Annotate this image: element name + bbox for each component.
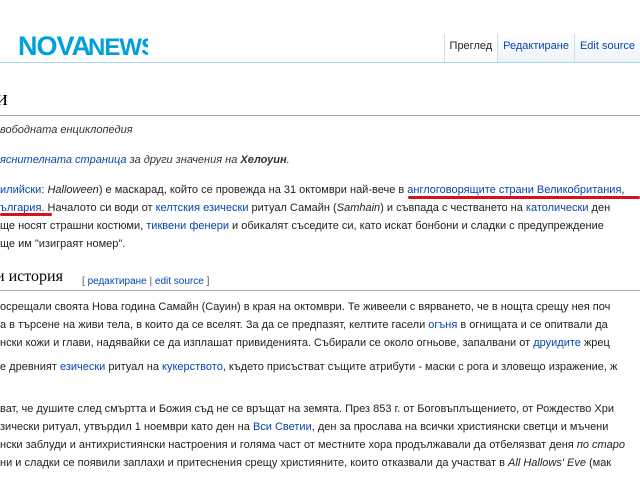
halloween-term: Halloween: [47, 184, 99, 196]
text: . Началото си води от: [41, 202, 156, 214]
samhain-term: Samhain: [336, 202, 381, 214]
intro-line-3: ще носят страшни костюми, тиквени фенери…: [0, 217, 604, 235]
text: (мак: [585, 457, 612, 469]
english-speaking-link[interactable]: англоговорящите страни: [407, 184, 534, 196]
tab-view[interactable]: Преглед: [443, 34, 498, 62]
hatnote-term: Хелоуин: [240, 154, 287, 166]
section-heading: и история: [0, 268, 63, 285]
nova-news-logo[interactable]: NOVA NEWS: [18, 28, 148, 62]
history-line-8: ни и сладки се появили заплахи и притесн…: [0, 454, 611, 472]
site-tagline: вободната енциклопедия: [0, 124, 133, 136]
history-line-1: осрещали своята Нова година Самайн (Сауи…: [0, 298, 610, 316]
section-edit-links: [ редактиране | edit source ]: [82, 276, 209, 287]
text: , където присъстват същите атрибути - ма…: [222, 361, 618, 373]
hatnote-text: за други значения на: [126, 154, 241, 166]
section-edit-link[interactable]: редактиране: [88, 276, 147, 287]
section-divider: [0, 290, 640, 291]
text: ]: [203, 276, 210, 287]
history-line-3: нски кожи и глави, надявайки се да изпла…: [0, 334, 610, 352]
text: ритуал на: [105, 361, 163, 373]
highlight-underline: [0, 213, 52, 216]
text: е древният: [0, 361, 60, 373]
great-britain-link[interactable]: Великобритания: [537, 184, 621, 196]
tab-edit-source[interactable]: Edit source: [573, 34, 640, 62]
text: ,: [621, 184, 625, 196]
history-line-2: а в търсене на живи тела, в които да се …: [0, 316, 608, 334]
history-line-7: нски заблуди и антихристиянски настроени…: [0, 436, 625, 454]
page-tabs: Преглед Редактиране Edit source: [443, 34, 640, 62]
text: ще им "изиграят номер".: [0, 238, 126, 250]
catholic-link[interactable]: католически: [526, 202, 589, 214]
history-line-6: зически ритуал, утвърдил 1 ноември като …: [0, 418, 608, 436]
text: нски кожи и глави, надявайки се да изпла…: [0, 337, 534, 349]
svg-text:NEWS: NEWS: [88, 34, 148, 61]
text: ни и сладки се появили заплахи и притесн…: [0, 457, 509, 469]
disambiguation-link[interactable]: яснителната страница: [0, 154, 127, 166]
intro-line-2: ългария. Началото си води от келтския ез…: [0, 199, 610, 217]
text: ден: [588, 202, 611, 214]
druids-link[interactable]: друидите: [533, 337, 581, 349]
celtic-link[interactable]: келтския: [156, 202, 200, 214]
hatnote-end: .: [286, 154, 290, 166]
text: осрещали своята Нова година Самайн (Сауи…: [0, 301, 611, 313]
svg-text:NOVA: NOVA: [18, 31, 91, 61]
text: ) и съвпада с честването на: [380, 202, 526, 214]
title-divider: [0, 115, 640, 116]
old-style-term: по старо: [576, 439, 625, 451]
text: ват, че душите след смъртта и Божия съд …: [0, 403, 615, 415]
intro-line-4: ще им "изиграят номер".: [0, 235, 125, 253]
pumpkin-lanterns-link[interactable]: тиквени фенери: [146, 220, 229, 232]
page-title: и: [0, 85, 8, 110]
text: нски заблуди и антихристиянски настроени…: [0, 439, 577, 451]
text: , ден за прослава на всички християнски …: [311, 421, 609, 433]
text: и обикалят съседите си, като искат бонбо…: [229, 220, 604, 232]
text: ритуал Самайн (: [248, 202, 337, 214]
hatnote: яснителната страница за други значения н…: [0, 154, 290, 166]
history-line-4: е древният езически ритуал на кукерствот…: [0, 358, 617, 376]
history-line-5: ват, че душите след смъртта и Божия съд …: [0, 400, 614, 418]
text: ) е маскарад, който се провежда на 31 ок…: [98, 184, 408, 196]
kukeri-link[interactable]: кукерството: [162, 361, 223, 373]
pagan-link-2[interactable]: езически: [60, 361, 105, 373]
text: ще носят страшни костюми,: [0, 220, 147, 232]
fire-link[interactable]: огъня: [428, 319, 457, 331]
text: а в търсене на живи тела, в които да се …: [0, 319, 429, 331]
pagan-link[interactable]: езически: [203, 202, 248, 214]
english-link[interactable]: илийски: [0, 184, 41, 196]
text: |: [146, 276, 155, 287]
text: зически ритуал, утвърдил 1 ноември като …: [0, 421, 253, 433]
section-edit-source-link[interactable]: edit source: [155, 276, 204, 287]
all-hallows-eve-term: All Hallows' Eve: [508, 457, 586, 469]
text: жрец: [580, 337, 610, 349]
tab-edit[interactable]: Редактиране: [497, 34, 574, 62]
all-saints-link[interactable]: Вси Светии: [253, 421, 312, 433]
text: в огнищата и се опитвали да: [457, 319, 608, 331]
